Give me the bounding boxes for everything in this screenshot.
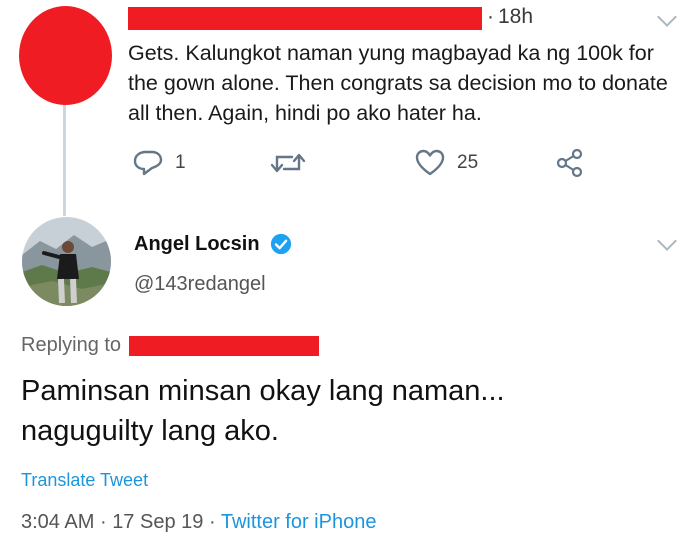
tweet-text-line: naguguilty lang ako. (21, 415, 279, 447)
parent-time-text: 18h (498, 5, 534, 28)
author-avatar[interactable] (22, 217, 111, 306)
like-button[interactable]: 25 (415, 148, 478, 178)
meta-separator: · (99, 511, 107, 533)
chevron-down-icon[interactable] (657, 7, 677, 27)
translate-tweet-link[interactable]: Translate Tweet (21, 470, 148, 491)
like-icon (415, 149, 445, 176)
tweet-date[interactable]: 17 Sep 19 (112, 511, 203, 533)
like-count: 25 (457, 152, 479, 173)
author-name[interactable]: Angel Locsin (134, 233, 260, 256)
tweet-meta: 3:04 AM · 17 Sep 19 · Twitter for iPhone (21, 511, 376, 534)
tweet-source-link[interactable]: Twitter for iPhone (221, 511, 377, 533)
retweet-icon (270, 153, 306, 173)
share-button[interactable] (555, 148, 585, 178)
tweet-text-line: Paminsan minsan okay lang naman... (21, 375, 505, 407)
tweet-text: Paminsan minsan okay lang naman... nagug… (21, 371, 681, 451)
replying-to-redaction (129, 336, 319, 356)
avatar-photo-image (22, 217, 111, 306)
replying-to-label: Replying to (21, 334, 122, 356)
thread-connector-line (63, 104, 66, 216)
verified-badge-icon (270, 233, 292, 255)
tweet-time[interactable]: 3:04 AM (21, 511, 94, 533)
retweet-button[interactable] (270, 148, 306, 178)
parent-avatar-redacted[interactable] (19, 6, 112, 105)
chevron-down-icon[interactable] (657, 231, 677, 251)
meta-separator: · (208, 511, 216, 533)
parent-author-redaction (128, 7, 482, 30)
parent-tweet-time[interactable]: · 18h (487, 5, 533, 29)
parent-tweet-text: Gets. Kalungkot naman yung magbayad ka n… (128, 41, 668, 125)
reply-icon (133, 150, 163, 176)
reply-count: 1 (175, 152, 186, 173)
share-icon (556, 148, 583, 178)
reply-button[interactable]: 1 (133, 148, 186, 178)
author-handle[interactable]: @143redangel (134, 273, 266, 296)
